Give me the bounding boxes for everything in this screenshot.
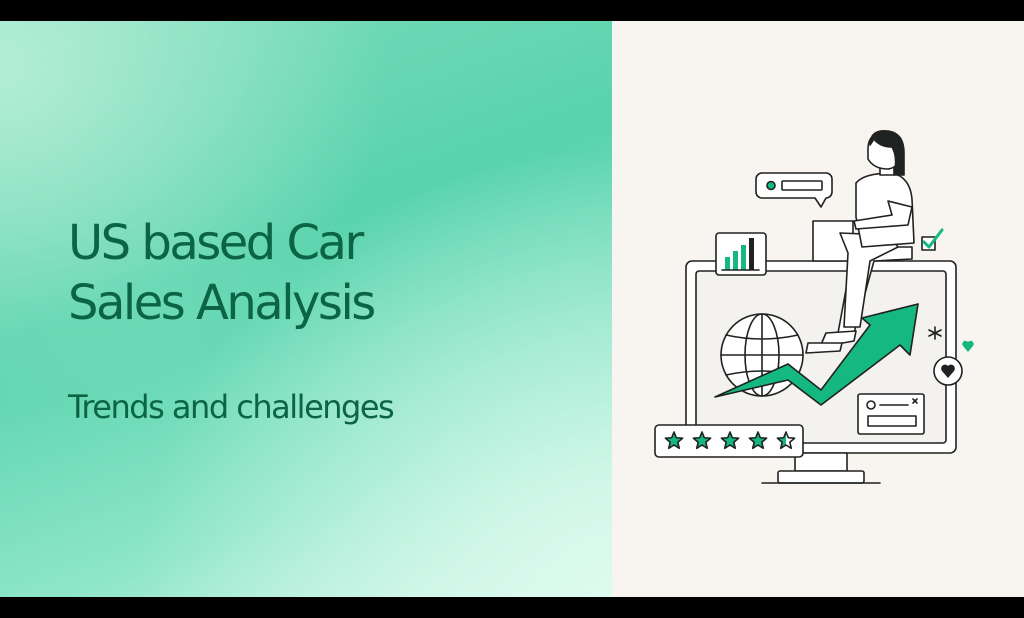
checkbox-icon	[921, 228, 944, 251]
slide-title-line-2: Sales Analysis	[68, 275, 376, 331]
chat-bubble-icon	[755, 172, 833, 208]
rating-card	[654, 424, 804, 458]
slide-subtitle: Trends and challenges	[68, 388, 395, 426]
analytics-illustration	[654, 129, 974, 484]
slide-title: US based Car Sales Analysis	[68, 213, 376, 333]
window-card-icon	[857, 393, 925, 435]
bar-chart-icon	[715, 232, 767, 276]
title-panel: US based Car Sales Analysis Trends and c…	[0, 21, 612, 597]
slide-title-line-1: US based Car	[68, 215, 364, 271]
illustration-panel	[612, 21, 1024, 597]
slide: US based Car Sales Analysis Trends and c…	[0, 21, 1024, 597]
